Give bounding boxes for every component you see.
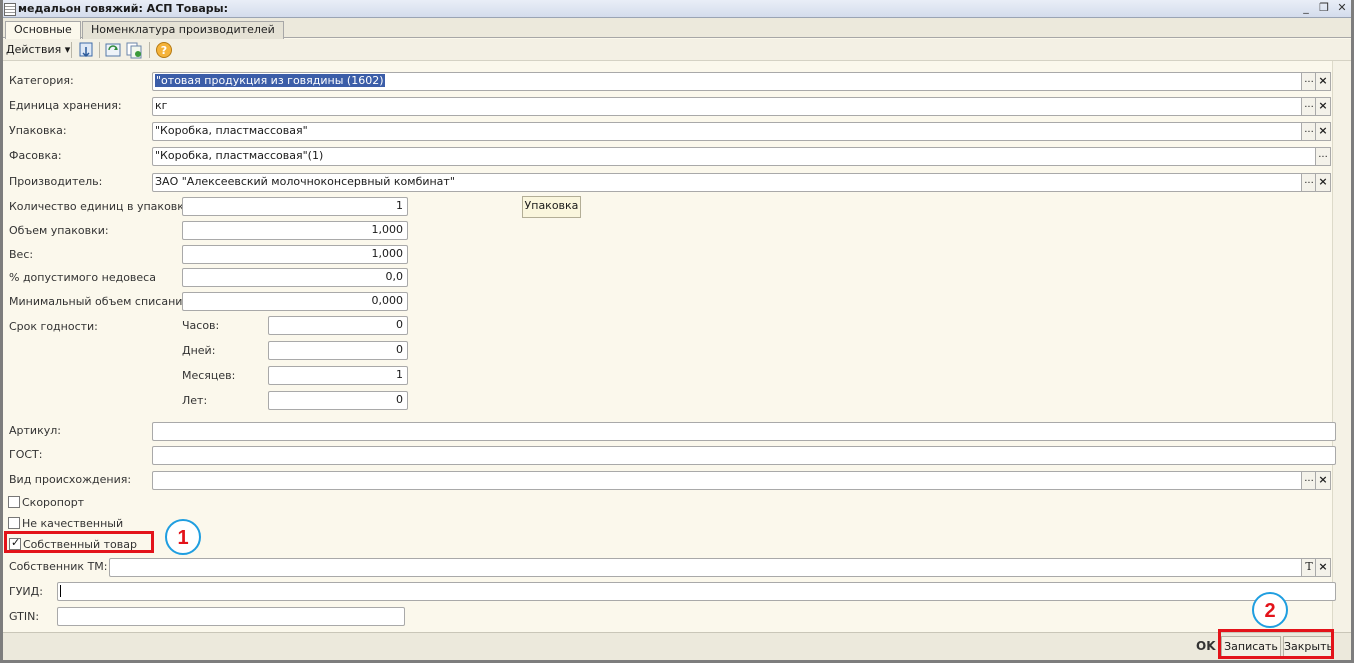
manufacturer-field[interactable]: ЗАО "Алексеевский молочноконсервный комб… xyxy=(152,173,1307,192)
toolbar: Действия ▾ ? xyxy=(3,39,1351,61)
highlight-box-own-product xyxy=(4,531,154,553)
gost-label: ГОСТ: xyxy=(9,448,43,461)
close-window-button[interactable]: ✕ xyxy=(1334,1,1350,15)
underweight-label: % допустимого недовеса xyxy=(9,271,156,284)
text-cursor xyxy=(60,585,61,597)
tab-strip: Основные Номенклатура производителей xyxy=(3,18,1351,40)
min-writeoff-field[interactable]: 0,000 xyxy=(182,292,408,311)
category-label: Категория: xyxy=(9,74,74,87)
gtin-label: GTIN: xyxy=(9,610,40,623)
units-in-pack-field[interactable]: 1 xyxy=(182,197,408,216)
tm-owner-field[interactable] xyxy=(109,558,1307,577)
step-marker-1: 1 xyxy=(165,519,201,555)
perishable-checkbox[interactable] xyxy=(8,496,20,508)
low-quality-checkbox[interactable] xyxy=(8,517,20,529)
help-icon[interactable]: ? xyxy=(155,41,173,59)
manufacturer-label: Производитель: xyxy=(9,175,103,188)
title-bar: медальон говяжий: АСП Товары: _ ❐ ✕ xyxy=(0,0,1354,18)
packaging-button[interactable]: Упаковка xyxy=(522,196,581,218)
origin-clear-button[interactable]: × xyxy=(1315,471,1331,490)
toolbar-separator xyxy=(99,42,100,58)
toolbar-separator xyxy=(149,42,150,58)
units-in-pack-label: Количество единиц в упаковке: xyxy=(9,200,195,213)
ok-button[interactable]: OK xyxy=(1196,639,1216,653)
article-label: Артикул: xyxy=(9,424,61,437)
days-field[interactable]: 0 xyxy=(268,341,408,360)
category-field[interactable]: "отовая продукция из говядины (1602) xyxy=(152,72,1307,91)
storage-unit-label: Единица хранения: xyxy=(9,99,122,112)
packing-select-button[interactable]: ... xyxy=(1315,147,1331,166)
months-field[interactable]: 1 xyxy=(268,366,408,385)
packing-field[interactable]: "Коробка, пластмассовая"(1) xyxy=(152,147,1321,166)
perishable-label: Скоропорт xyxy=(22,496,85,509)
actions-label: Действия xyxy=(6,43,62,56)
document-icon xyxy=(4,3,16,16)
minimize-button[interactable]: _ xyxy=(1298,1,1314,15)
packaging-field[interactable]: "Коробка, пластмассовая" xyxy=(152,122,1307,141)
copy-icon[interactable] xyxy=(125,41,143,59)
storage-unit-clear-button[interactable]: × xyxy=(1315,97,1331,116)
category-value: "отовая продукция из говядины (1602) xyxy=(155,74,385,87)
storage-unit-field[interactable]: кг xyxy=(152,97,1307,116)
save-icon[interactable] xyxy=(77,41,95,59)
days-label: Дней: xyxy=(182,344,216,357)
svg-text:?: ? xyxy=(161,44,167,57)
tm-owner-clear-button[interactable]: × xyxy=(1315,558,1331,577)
window-title: медальон говяжий: АСП Товары: xyxy=(18,2,228,15)
months-label: Месяцев: xyxy=(182,369,236,382)
shelf-life-label: Срок годности: xyxy=(9,320,98,333)
refresh-icon[interactable] xyxy=(104,41,122,59)
highlight-box-buttons xyxy=(1218,629,1334,659)
tab-manufacturer-nomenclature[interactable]: Номенклатура производителей xyxy=(82,21,284,39)
years-field[interactable]: 0 xyxy=(268,391,408,410)
manufacturer-clear-button[interactable]: × xyxy=(1315,173,1331,192)
dropdown-arrow-icon: ▾ xyxy=(64,43,71,56)
actions-menu[interactable]: Действия ▾ xyxy=(6,43,70,56)
restore-button[interactable]: ❐ xyxy=(1316,1,1332,15)
pack-volume-label: Объем упаковки: xyxy=(9,224,109,237)
tab-main[interactable]: Основные xyxy=(5,21,81,40)
years-label: Лет: xyxy=(182,394,208,407)
step-marker-2: 2 xyxy=(1252,592,1288,628)
guid-field[interactable] xyxy=(57,582,1336,601)
packaging-clear-button[interactable]: × xyxy=(1315,122,1331,141)
hours-label: Часов: xyxy=(182,319,220,332)
min-writeoff-label: Минимальный объем списания: xyxy=(9,295,193,308)
low-quality-label: Не качественный xyxy=(22,517,124,530)
guid-label: ГУИД: xyxy=(9,585,43,598)
tm-owner-label: Собственник ТМ: xyxy=(9,560,108,573)
weight-label: Вес: xyxy=(9,248,34,261)
underweight-field[interactable]: 0,0 xyxy=(182,268,408,287)
origin-label: Вид происхождения: xyxy=(9,473,132,486)
hours-field[interactable]: 0 xyxy=(268,316,408,335)
weight-field[interactable]: 1,000 xyxy=(182,245,408,264)
article-field[interactable] xyxy=(152,422,1336,441)
origin-field[interactable] xyxy=(152,471,1307,490)
packing-label: Фасовка: xyxy=(9,149,62,162)
category-clear-button[interactable]: × xyxy=(1315,72,1331,91)
packaging-label: Упаковка: xyxy=(9,124,67,137)
gost-field[interactable] xyxy=(152,446,1336,465)
right-scroll-area xyxy=(1332,61,1351,632)
pack-volume-field[interactable]: 1,000 xyxy=(182,221,408,240)
gtin-field[interactable] xyxy=(57,607,405,626)
toolbar-separator xyxy=(71,42,72,58)
bottom-bar: OK Записать Закрыть xyxy=(3,632,1351,660)
